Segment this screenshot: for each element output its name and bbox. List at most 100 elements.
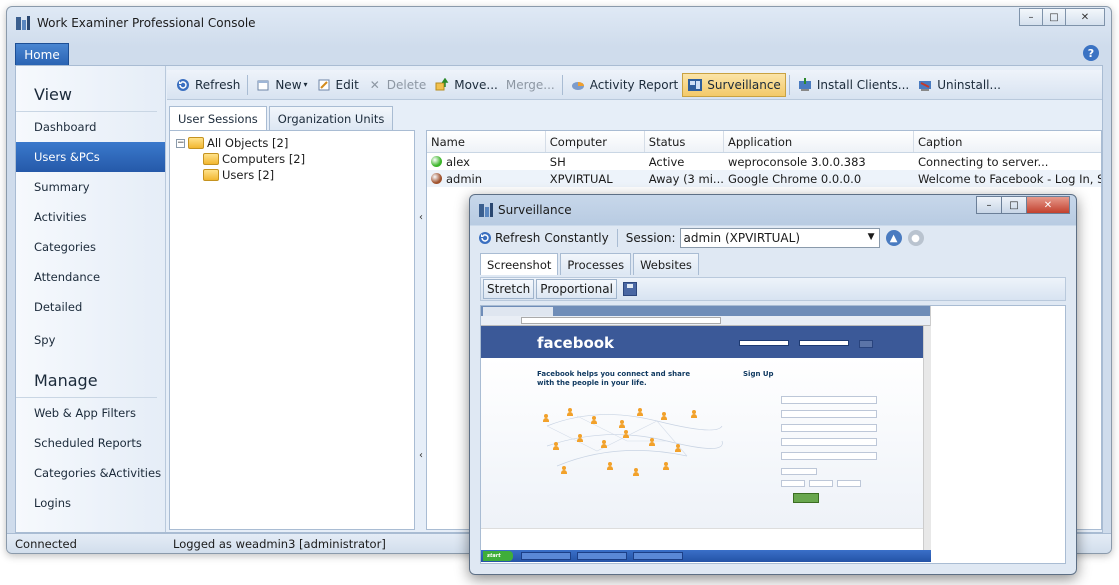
sidebar-item-spy[interactable]: Spy (16, 322, 165, 358)
disabled-gear-icon[interactable]: ● (907, 230, 924, 246)
collapse-left-icon[interactable]: ‹ (417, 210, 425, 224)
toolbar-separator (561, 74, 563, 95)
close-button[interactable]: ✕ (1065, 8, 1105, 26)
constantly-toggle[interactable]: Constantly (544, 231, 608, 245)
screenshot-scrollbar (923, 326, 931, 550)
person-icon (649, 438, 655, 446)
new-icon (255, 77, 271, 93)
delete-button[interactable]: ✕ Delete (363, 73, 430, 97)
sidebar-item-activities[interactable]: Activities (16, 202, 165, 232)
go-up-icon[interactable]: ▲ (885, 230, 902, 246)
edit-label: Edit (335, 77, 359, 92)
chevron-down-icon[interactable]: ▼ (868, 232, 875, 242)
tab-user-sessions[interactable]: User Sessions (169, 106, 267, 130)
person-icon (601, 440, 607, 448)
screenshot-toolbar: Stretch Proportional (480, 277, 1066, 301)
cell-caption: Welcome to Facebook - Log In, Sig... (917, 171, 1101, 186)
delete-label: Delete (386, 77, 427, 92)
table-row[interactable]: alex SH Active weproconsole 3.0.0.383 Co… (427, 153, 1101, 170)
session-select[interactable]: admin (XPVIRTUAL) ▼ (679, 228, 880, 248)
sidebar-item-logins[interactable]: Logins (16, 488, 165, 518)
screenshot-select (809, 480, 833, 487)
column-header-computer[interactable]: Computer (546, 131, 645, 152)
person-icon (543, 414, 549, 422)
column-header-caption[interactable]: Caption (914, 131, 1101, 152)
help-icon[interactable]: ? (1083, 45, 1099, 61)
status-dot-icon (431, 173, 442, 184)
surveillance-refresh-button[interactable]: Refresh (495, 231, 540, 245)
proportional-button[interactable]: Proportional (536, 279, 617, 299)
move-button[interactable]: Move... (430, 73, 502, 97)
sidebar-item-users-pcs[interactable]: Users &PCs (16, 142, 165, 172)
content-tabs: User Sessions Organization Units (169, 106, 395, 130)
chevron-down-icon: ▾ (303, 80, 308, 89)
sidebar-item-detailed[interactable]: Detailed (16, 292, 165, 322)
screenshot-select (837, 480, 861, 487)
stretch-button[interactable]: Stretch (483, 279, 535, 299)
tab-organization-units[interactable]: Organization Units (268, 106, 394, 130)
save-icon[interactable] (622, 282, 637, 296)
folder-icon (203, 169, 219, 181)
sidebar-item-categories-activities[interactable]: Categories &Activities (16, 458, 165, 488)
refresh-button[interactable]: Refresh (171, 73, 244, 97)
screenshot-password-box (799, 340, 849, 346)
sidebar-item-categories[interactable]: Categories (16, 232, 165, 262)
screenshot-field (781, 396, 877, 404)
minimize-button[interactable]: – (1019, 8, 1043, 26)
ribbon: Home ? (15, 41, 1103, 65)
screenshot-taskbar: start (481, 550, 931, 562)
surveillance-close-button[interactable]: ✕ (1026, 196, 1070, 214)
column-header-name[interactable]: Name (427, 131, 546, 152)
home-tab[interactable]: Home (15, 43, 69, 65)
surveillance-minimize-button[interactable]: – (976, 196, 1002, 214)
session-label: Session: (625, 231, 676, 245)
sidebar-item-scheduled-reports[interactable]: Scheduled Reports (16, 428, 165, 458)
logged-as-status: Logged as weadmin3 [administrator] (173, 536, 386, 551)
sidebar-item-attendance[interactable]: Attendance (16, 262, 165, 292)
session-value: admin (XPVIRTUAL) (683, 231, 801, 245)
sidebar-item-dashboard[interactable]: Dashboard (16, 112, 165, 142)
tree-node-users[interactable]: Users [2] (176, 167, 408, 183)
new-button[interactable]: New ▾ (251, 73, 311, 97)
sidebar-item-web-app-filters[interactable]: Web & App Filters (16, 398, 165, 428)
screenshot-select (781, 480, 805, 487)
person-icon (577, 434, 583, 442)
collapse-icon[interactable]: − (176, 138, 185, 148)
merge-button[interactable]: Merge... (502, 73, 559, 97)
uninstall-button[interactable]: Uninstall... (913, 73, 1005, 97)
merge-label: Merge... (505, 77, 555, 92)
remote-screenshot: facebook Facebook helps you connect and … (481, 306, 931, 562)
cell-name-text: admin (446, 171, 483, 186)
table-row[interactable]: admin XPVIRTUAL Away (3 mi... Google Chr… (427, 170, 1101, 187)
sidebar-item-summary[interactable]: Summary (16, 172, 165, 202)
tab-websites[interactable]: Websites (633, 253, 699, 275)
activity-report-button[interactable]: Activity Report (566, 73, 682, 97)
person-icon (623, 430, 629, 438)
tab-processes[interactable]: Processes (560, 253, 632, 275)
cell-application: weproconsole 3.0.0.383 (727, 154, 866, 169)
tree-node-all-objects[interactable]: − All Objects [2] (176, 135, 408, 151)
refresh-icon (175, 77, 191, 93)
maximize-button[interactable]: □ (1042, 8, 1066, 26)
column-header-application[interactable]: Application (724, 131, 914, 152)
person-icon (591, 416, 597, 424)
collapse-left-icon[interactable]: ‹ (417, 448, 425, 462)
screenshot-field (781, 452, 877, 460)
folder-icon (203, 153, 219, 165)
column-header-status[interactable]: Status (645, 131, 724, 152)
tab-screenshot[interactable]: Screenshot (480, 253, 559, 275)
title-bar: Work Examiner Professional Console – □ ✕ (7, 7, 1111, 39)
person-icon (619, 420, 625, 428)
refresh-icon (478, 231, 492, 245)
install-clients-button[interactable]: Install Clients... (793, 73, 913, 97)
panel-splitter[interactable]: ‹ ‹ (417, 206, 425, 466)
edit-button[interactable]: Edit (312, 73, 363, 97)
screenshot-address-bar (481, 316, 930, 326)
surveillance-button[interactable]: Surveillance (682, 72, 786, 97)
tree-node-computers[interactable]: Computers [2] (176, 151, 408, 167)
surveillance-maximize-button[interactable]: □ (1001, 196, 1027, 214)
move-icon (434, 77, 450, 93)
screenshot-browser-tabbar (481, 306, 930, 316)
pie-chart-icon (570, 77, 586, 93)
start-button: start (483, 551, 513, 561)
